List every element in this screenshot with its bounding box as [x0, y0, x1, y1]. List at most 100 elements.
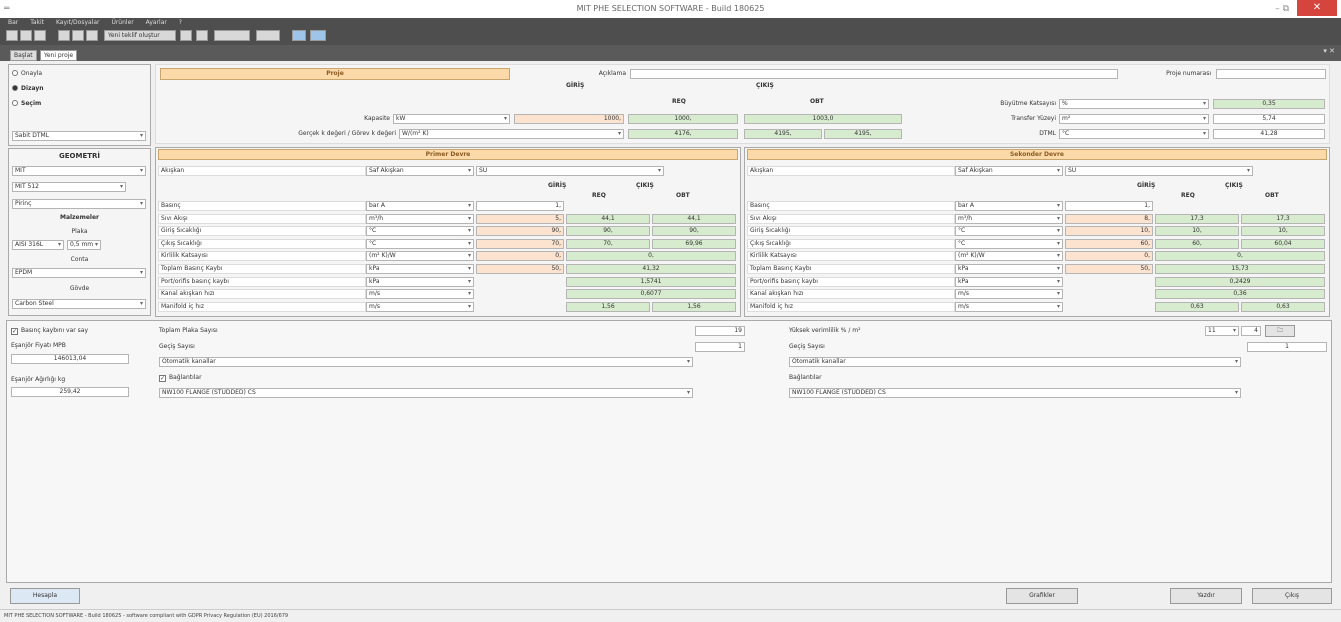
copy-icon[interactable]	[196, 30, 208, 41]
primary-fluid-label: Akışkan	[158, 166, 366, 176]
close-button[interactable]: ✕	[1297, 0, 1337, 16]
plate-material-select[interactable]: AISI 316L	[12, 240, 64, 250]
graphs-button[interactable]: Grafikler	[1006, 588, 1078, 604]
primary-row-unit-select[interactable]: m³/h	[366, 213, 474, 224]
primary-row-label: Toplam Basınç Kaybı	[158, 264, 366, 274]
menu-item[interactable]: Takit	[30, 19, 44, 26]
primary-row-unit-select[interactable]: (m² K)/W	[366, 251, 474, 262]
menu-item[interactable]: ?	[179, 19, 182, 26]
secondary-row-unit-select[interactable]: bar A	[955, 201, 1063, 211]
gasket-select[interactable]: EPDM	[12, 268, 146, 278]
secondary-fluid-select[interactable]: SU	[1065, 166, 1253, 176]
frame-select[interactable]: Carbon Steel	[12, 299, 146, 309]
secondary-row-input[interactable]: 60,	[1065, 238, 1153, 249]
print-button[interactable]: Yazdır	[1170, 588, 1242, 604]
primary-row-input[interactable]: 0,	[476, 251, 564, 262]
primary-row-unit-select[interactable]: m/s	[366, 289, 474, 300]
excess-value[interactable]: 4	[1241, 326, 1261, 336]
grid-icon[interactable]	[310, 30, 326, 41]
connection-right-select[interactable]: NW100 FLANGE (STUDDED) CS	[789, 388, 1241, 398]
geometry-title: GEOMETRİ	[59, 152, 100, 160]
tab-start[interactable]: Başlat	[10, 50, 37, 61]
secondary-row-input[interactable]: 10,	[1065, 226, 1153, 237]
primary-row-input[interactable]: 70,	[476, 238, 564, 249]
capacity-unit-select[interactable]: kW	[393, 114, 510, 124]
primary-row-unit-select[interactable]: bar A	[366, 201, 474, 211]
primary-row-input[interactable]: 1,	[476, 201, 564, 211]
capacity-input[interactable]: 1000,	[514, 114, 624, 124]
pressure-loss-checkbox[interactable]: ✓ Basınç kaybını var say	[11, 326, 88, 335]
growth-unit-select[interactable]: %	[1059, 99, 1209, 109]
secondary-row-unit-select[interactable]: m³/h	[955, 213, 1063, 224]
primary-fluid-select[interactable]: SU	[476, 166, 664, 176]
secondary-row-input[interactable]: 50,	[1065, 264, 1153, 274]
primary-row-label: Manifold iç hız	[158, 301, 366, 312]
project-number-input[interactable]	[1216, 69, 1326, 79]
menu-item[interactable]: Bar	[8, 19, 18, 26]
exit-button[interactable]: Çıkış	[1252, 588, 1332, 604]
excess-select[interactable]: 11	[1205, 326, 1239, 336]
menu-item[interactable]: Kayıt/Dosyalar	[56, 19, 100, 26]
secondary-row-label: Port/orifis basınç kaybı	[747, 276, 955, 287]
primary-row-unit-select[interactable]: m/s	[366, 301, 474, 312]
secondary-row-input[interactable]: 8,	[1065, 213, 1153, 224]
primary-row-unit-select[interactable]: kPa	[366, 264, 474, 274]
save-icon[interactable]	[34, 30, 46, 41]
preview-icon[interactable]	[72, 30, 84, 41]
plate-thickness-select[interactable]: 0,5 mm	[67, 240, 101, 250]
primary-row-unit-select[interactable]: kPa	[366, 276, 474, 287]
primary-row-unit-select[interactable]: °C	[366, 226, 474, 237]
transfer-area-unit-select[interactable]: m²	[1059, 114, 1209, 124]
geometry-pattern-select[interactable]: Pirinç	[12, 199, 146, 209]
primary-fluid-type-select[interactable]: Saf Akışkan	[366, 166, 474, 176]
secondary-fluid-type-select[interactable]: Saf Akışkan	[955, 166, 1063, 176]
geometry-type-select[interactable]: MIT	[12, 166, 146, 176]
primary-row-input[interactable]: 50,	[476, 264, 564, 274]
capacity-label: Kapasite	[364, 115, 390, 122]
radio-selection[interactable]: Seçim	[12, 99, 41, 108]
geometry-model-select[interactable]: MIT 512	[12, 182, 126, 192]
window-icon[interactable]	[292, 30, 306, 41]
menu-item[interactable]: Ayarlar	[146, 19, 167, 26]
folder-button[interactable]: 🗀	[1265, 325, 1295, 337]
window-controls[interactable]: – ⧉	[1275, 4, 1289, 14]
secondary-row-unit-select[interactable]: m/s	[955, 301, 1063, 312]
menu-item[interactable]: Ürünler	[111, 19, 133, 26]
secondary-row-input[interactable]: 1,	[1065, 201, 1153, 211]
k-value-unit-select[interactable]: W/(m² K)	[399, 129, 624, 139]
secondary-row-unit-select[interactable]: °C	[955, 226, 1063, 237]
primary-row-unit-select[interactable]: °C	[366, 238, 474, 249]
secondary-row-input[interactable]: 0,	[1065, 251, 1153, 262]
channels-right-select[interactable]: Otomatik kanallar	[789, 357, 1241, 367]
primary-row-input[interactable]: 5,	[476, 213, 564, 224]
folder-icon[interactable]	[180, 30, 192, 41]
description-input[interactable]	[630, 69, 1118, 79]
connections-checkbox[interactable]: ✓ Bağlantılar	[159, 373, 202, 382]
secondary-row-unit-select[interactable]: m/s	[955, 289, 1063, 300]
primary-row-input[interactable]: 90,	[476, 226, 564, 237]
secondary-row-unit-select[interactable]: (m² K)/W	[955, 251, 1063, 262]
view-buttons[interactable]	[214, 30, 250, 41]
dtml-unit-select[interactable]: °C	[1059, 129, 1209, 139]
secondary-row-unit-select[interactable]: kPa	[955, 276, 1063, 287]
pass-right-input[interactable]: 1	[1247, 342, 1327, 352]
export-icon[interactable]	[86, 30, 98, 41]
layout-buttons[interactable]	[256, 30, 280, 41]
app-menu-icon[interactable]: ═	[4, 4, 9, 14]
channels-left-select[interactable]: Otomatik kanallar	[159, 357, 693, 367]
connection-left-select[interactable]: NW100 FLANGE (STUDDED) CS	[159, 388, 693, 398]
new-offer-button[interactable]: Yeni teklif oluştur	[104, 30, 176, 41]
pass-left-input[interactable]: 1	[695, 342, 745, 352]
tab-new-project[interactable]: Yeni proje	[40, 50, 78, 61]
radio-design[interactable]: Dizayn	[12, 84, 44, 93]
k-value-req: 4176,	[628, 129, 738, 139]
secondary-row-unit-select[interactable]: °C	[955, 238, 1063, 249]
dtml-select[interactable]: Sabit DTML	[12, 131, 146, 141]
calculate-button[interactable]: Hesapla	[10, 588, 80, 604]
radio-confirm[interactable]: Onayla	[12, 69, 42, 78]
secondary-row-unit-select[interactable]: kPa	[955, 264, 1063, 274]
open-folder-icon[interactable]	[20, 30, 32, 41]
new-file-icon[interactable]	[6, 30, 18, 41]
pin-icon[interactable]: ▾ ✕	[1323, 47, 1335, 55]
print-icon[interactable]	[58, 30, 70, 41]
